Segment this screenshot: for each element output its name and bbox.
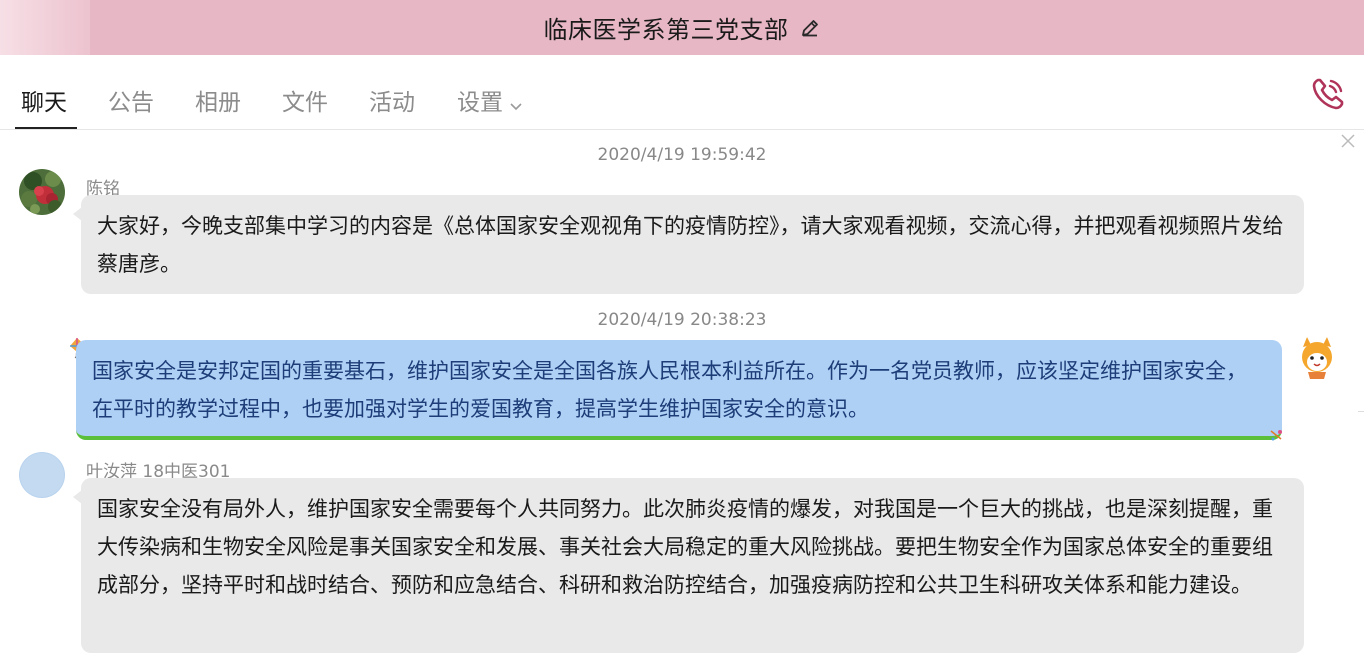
message-timestamp: 2020/4/19 20:38:23 [597, 310, 767, 330]
message-bubble-self[interactable]: 国家安全是安邦定国的重要基石，维护国家安全是全国各族人民根本利益所在。作为一名党… [76, 340, 1282, 440]
tab-settings-label: 设置 [457, 90, 503, 116]
tab-album[interactable]: 相册 [195, 83, 241, 117]
tab-activity[interactable]: 活动 [369, 83, 415, 117]
sparkle-decoration-icon [1268, 427, 1284, 441]
tab-chat[interactable]: 聊天 [21, 83, 67, 117]
title-bar-decoration [0, 0, 90, 55]
divider [1358, 411, 1364, 412]
tab-bar: 聊天 公告 相册 文件 活动 设置 [0, 55, 1364, 130]
message-bubble[interactable]: 国家安全没有局外人，维护国家安全需要每个人共同努力。此次肺炎疫情的爆发，对我国是… [81, 478, 1304, 653]
message-text: 国家安全是安邦定国的重要基石，维护国家安全是全国各族人民根本利益所在。作为一名党… [92, 359, 1247, 421]
edit-pencil-icon[interactable] [799, 17, 821, 39]
avatar[interactable] [19, 452, 65, 498]
avatar[interactable] [19, 169, 65, 215]
tab-announcement[interactable]: 公告 [108, 83, 154, 117]
message-timestamp: 2020/4/19 19:59:42 [597, 145, 767, 165]
message-text: 国家安全没有局外人，维护国家安全需要每个人共同努力。此次肺炎疫情的爆发，对我国是… [97, 497, 1273, 597]
chevron-down-icon [509, 91, 523, 117]
tab-settings[interactable]: 设置 [457, 83, 523, 117]
tab-files[interactable]: 文件 [282, 83, 328, 117]
phone-call-icon[interactable] [1309, 75, 1347, 113]
group-title: 临床医学系第三党支部 [543, 16, 789, 44]
message-text: 大家好，今晚支部集中学习的内容是《总体国家安全观视角下的疫情防控》，请大家观看视… [97, 214, 1284, 276]
chat-message-list[interactable]: 2020/4/19 19:59:42 陈铭 大家好，今晚支部集中学习的内容是《总… [0, 131, 1364, 668]
title-bar: 临床医学系第三党支部 [0, 0, 1364, 55]
self-avatar[interactable] [1294, 335, 1340, 381]
active-tab-indicator [15, 127, 77, 129]
message-bubble[interactable]: 大家好，今晚支部集中学习的内容是《总体国家安全观视角下的疫情防控》，请大家观看视… [81, 195, 1304, 294]
